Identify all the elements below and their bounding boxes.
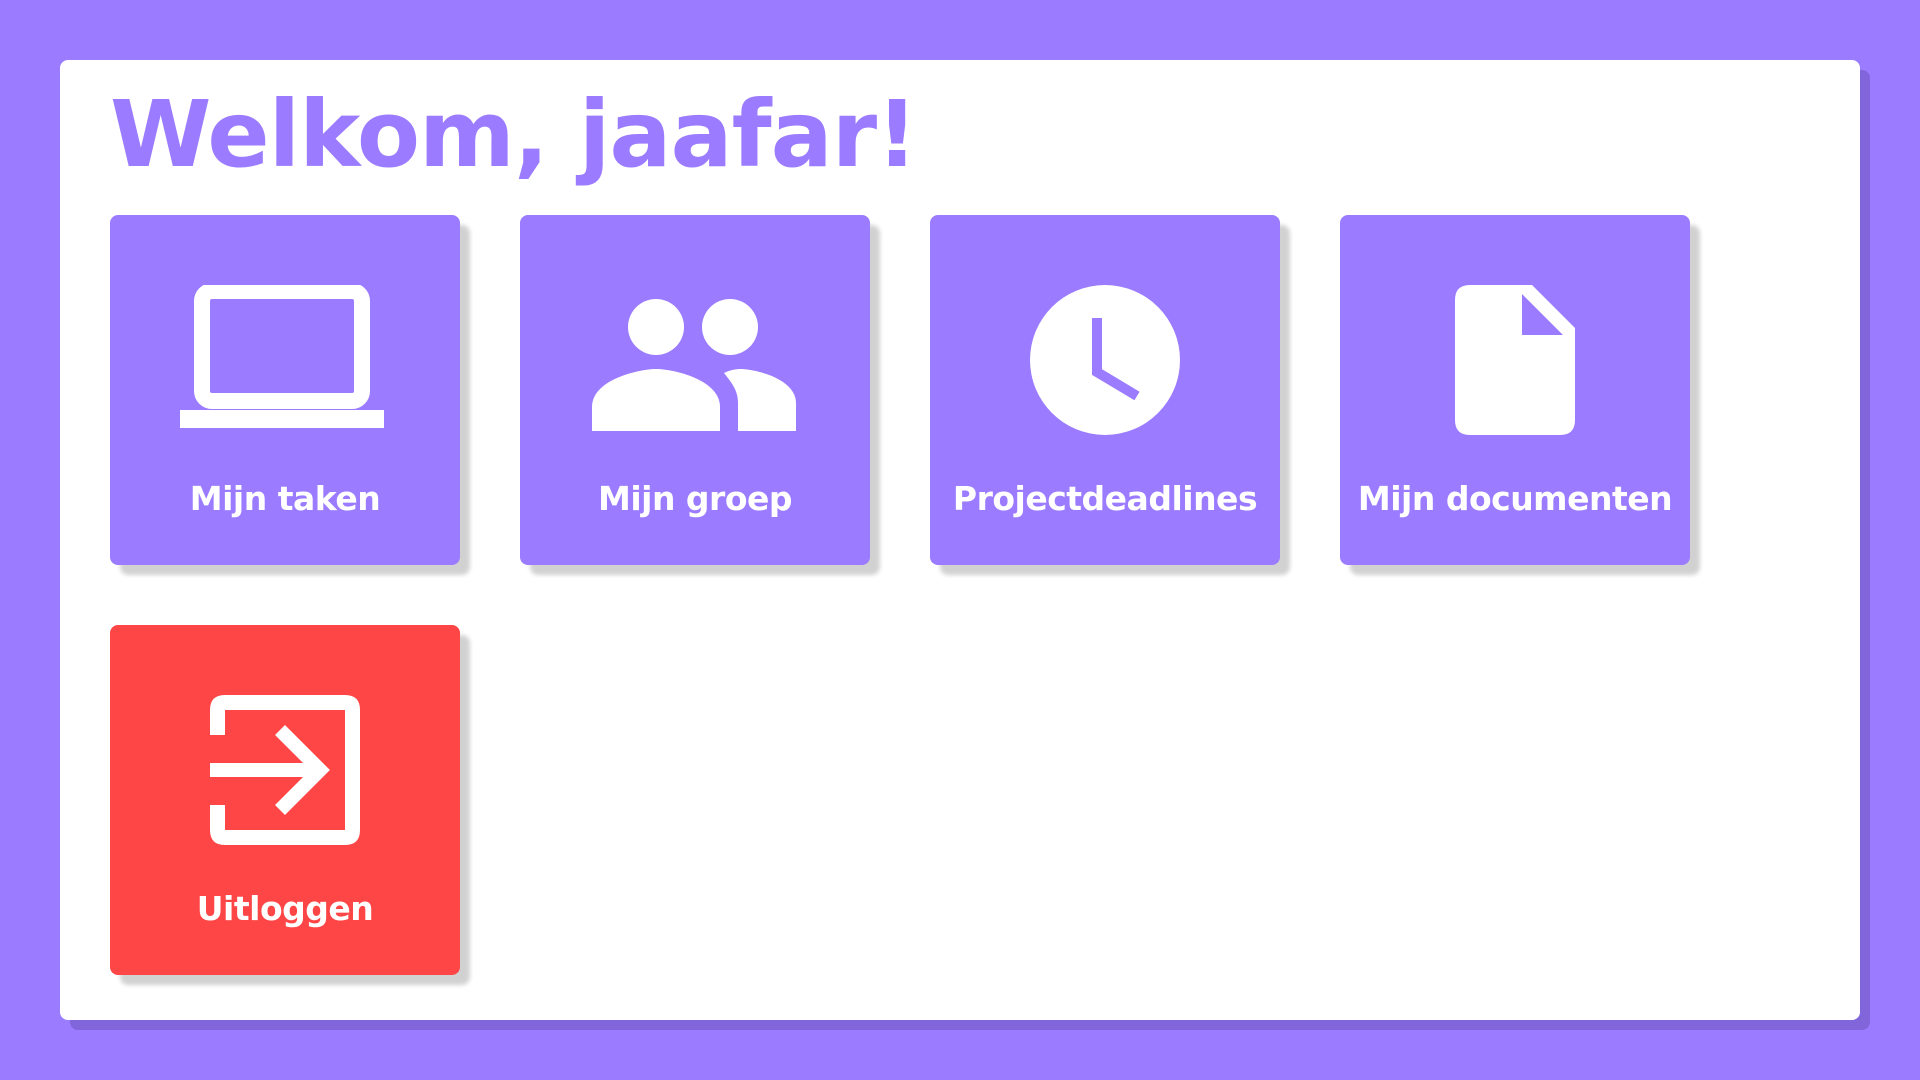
tile-mijn-documenten[interactable]: Mijn documenten [1340, 215, 1690, 565]
document-icon [1340, 285, 1690, 435]
logout-icon [110, 695, 460, 845]
main-panel: Welkom, jaafar! Mijn taken Mijn groep Pr… [60, 60, 1860, 1020]
tile-label: Mijn groep [597, 479, 793, 518]
tile-mijn-taken[interactable]: Mijn taken [110, 215, 460, 565]
logout-button[interactable]: Uitloggen [110, 625, 460, 975]
tile-label: Mijn taken [189, 479, 381, 518]
tile-mijn-groep[interactable]: Mijn groep [520, 215, 870, 565]
clock-icon [930, 285, 1280, 435]
tile-label: Uitloggen [196, 889, 374, 928]
tile-label: Mijn documenten [1357, 479, 1673, 518]
laptop-icon [110, 285, 460, 435]
group-icon [520, 285, 870, 435]
page-title: Welkom, jaafar! [110, 81, 918, 188]
tile-label: Projectdeadlines [952, 479, 1258, 518]
tile-projectdeadlines[interactable]: Projectdeadlines [930, 215, 1280, 565]
